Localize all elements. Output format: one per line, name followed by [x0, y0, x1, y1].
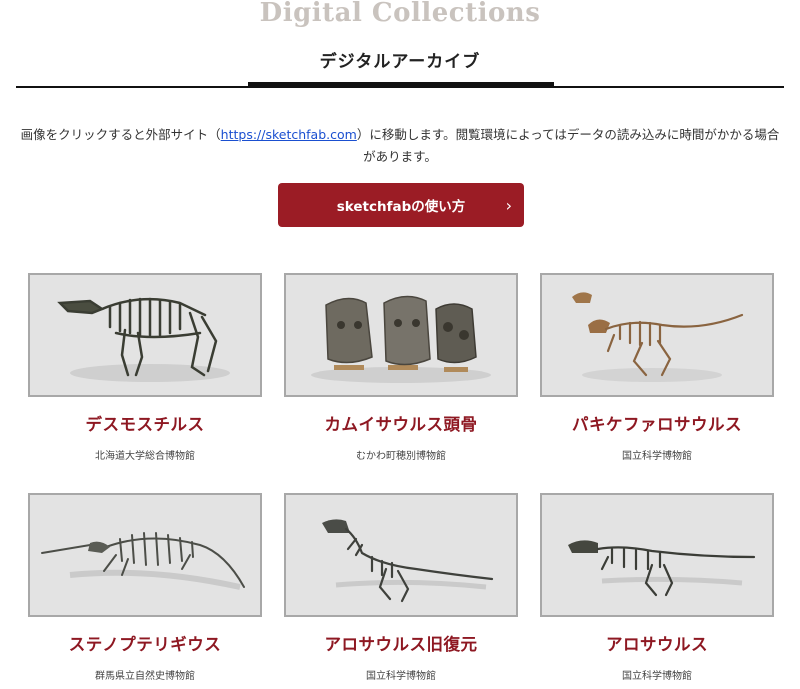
allosaurus-old-skeleton-image	[322, 519, 494, 603]
card-museum: 国立科学博物館	[366, 671, 436, 682]
desmostylus-skeleton-image	[57, 297, 230, 382]
card-museum: 北海道大学総合博物館	[95, 451, 195, 462]
desmostylus-thumbnail[interactable]	[28, 273, 262, 397]
sketchfab-howto-label: sketchfabの使い方	[336, 199, 466, 215]
kamuysaurus-skull-image	[311, 295, 491, 383]
card-museum: 国立科学博物館	[622, 671, 692, 682]
card-title[interactable]: パキケファロサウルス	[540, 411, 774, 435]
collection-card: ステノプテリギウス 群馬県立自然史博物館	[28, 493, 262, 682]
collection-card: アロサウルス旧復元 国立科学博物館	[284, 493, 518, 682]
intro-text: 画像をクリックすると外部サイト（https://sketchfab.com）に移…	[16, 124, 784, 168]
header-divider-accent	[248, 82, 554, 88]
sketchfab-howto-button[interactable]: sketchfabの使い方 ›	[278, 183, 524, 227]
card-title[interactable]: ステノプテリギウス	[28, 631, 262, 655]
card-museum: 国立科学博物館	[622, 451, 692, 462]
card-title[interactable]: アロサウルス旧復元	[284, 631, 518, 655]
collection-card: アロサウルス 国立科学博物館	[540, 493, 774, 682]
stenopterygius-thumbnail[interactable]	[28, 493, 262, 617]
allosaurus-thumbnail[interactable]	[540, 493, 774, 617]
card-title[interactable]: デスモスチルス	[28, 411, 262, 435]
sketchfab-link[interactable]: https://sketchfab.com	[221, 127, 357, 142]
card-title[interactable]: アロサウルス	[540, 631, 774, 655]
pachycephalosaurus-skeleton-image	[572, 292, 744, 382]
card-museum: 群馬県立自然史博物館	[95, 671, 195, 682]
pachycephalosaurus-thumbnail[interactable]	[540, 273, 774, 397]
chevron-right-icon: ›	[505, 196, 512, 215]
page-title-en: Digital Collections	[259, 0, 541, 28]
allosaurus-old-thumbnail[interactable]	[284, 493, 518, 617]
kamuysaurus-skull-thumbnail[interactable]	[284, 273, 518, 397]
collection-card: カムイサウルス頭骨 むかわ町穂別博物館	[284, 273, 518, 462]
page-header: Digital Collections デジタルアーカイブ	[0, 0, 800, 90]
collection-card: パキケファロサウルス 国立科学博物館	[540, 273, 774, 462]
stenopterygius-skeleton-image	[41, 532, 245, 590]
collection-card: デスモスチルス 北海道大学総合博物館	[28, 273, 262, 462]
page-title-jp: デジタルアーカイブ	[319, 52, 481, 72]
card-museum: むかわ町穂別博物館	[356, 451, 446, 462]
intro-text-after: ）に移動します。閲覧環境によってはデータの読み込みに時間がかかる場合があります。	[356, 127, 780, 164]
intro-text-before: 画像をクリックすると外部サイト（	[20, 127, 221, 142]
allosaurus-skeleton-image	[568, 540, 756, 597]
card-title[interactable]: カムイサウルス頭骨	[284, 411, 518, 435]
